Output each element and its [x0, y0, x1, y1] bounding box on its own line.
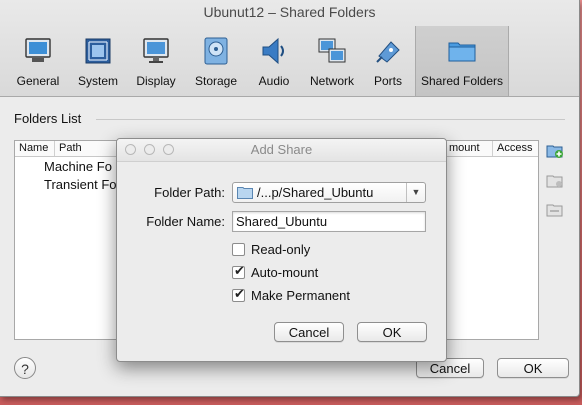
shared-folders-icon: [448, 42, 476, 62]
system-icon: [85, 38, 111, 64]
storage-icon: [204, 37, 228, 65]
network-icon: [318, 38, 346, 63]
folders-list-title: Folders List: [14, 111, 82, 126]
column-access[interactable]: Access: [493, 141, 538, 156]
settings-window: Ubunut12 – Shared Folders General System: [0, 0, 580, 397]
tab-system[interactable]: System: [72, 32, 124, 92]
display-icon: [143, 38, 169, 63]
general-icon: [25, 38, 51, 62]
edit-folder-icon[interactable]: [546, 173, 564, 189]
folder-path-select[interactable]: /...p/Shared_Ubuntu ▼: [232, 182, 426, 203]
column-mount[interactable]: mount: [445, 141, 493, 156]
list-item[interactable]: Transient Fo: [44, 177, 117, 192]
dialog-cancel-button[interactable]: Cancel: [274, 322, 344, 342]
ports-icon: [376, 41, 400, 63]
list-item[interactable]: Machine Fo: [44, 159, 112, 174]
checkmark-icon: ✔: [234, 286, 245, 301]
toolbar: Ubunut12 – Shared Folders General System: [0, 0, 579, 97]
tab-storage[interactable]: Storage: [190, 32, 242, 92]
help-button[interactable]: ?: [14, 357, 36, 379]
folder-path-value: /...p/Shared_Ubuntu: [257, 185, 374, 200]
make-permanent-checkbox[interactable]: ✔: [232, 286, 245, 302]
auto-mount-checkbox[interactable]: ✔: [232, 263, 245, 279]
close-window-button[interactable]: [125, 144, 136, 155]
window-title: Ubunut12 – Shared Folders: [203, 4, 376, 20]
divider: [96, 119, 565, 120]
auto-mount-label: Auto-mount: [251, 265, 319, 280]
add-folder-icon[interactable]: [546, 143, 564, 159]
audio-icon: [262, 37, 284, 65]
remove-folder-icon[interactable]: [546, 202, 564, 218]
minimize-window-button[interactable]: [144, 144, 155, 155]
folder-name-input[interactable]: Shared_Ubuntu: [232, 211, 426, 232]
tab-ports[interactable]: Ports: [364, 32, 412, 92]
folder-path-label: Folder Path:: [154, 185, 225, 200]
dialog-title-text: Add Share: [250, 142, 313, 157]
tab-shared-folders[interactable]: Shared Folders: [415, 26, 509, 96]
dialog-ok-button[interactable]: OK: [357, 322, 427, 342]
tab-audio[interactable]: Audio: [248, 32, 300, 92]
read-only-label: Read-only: [251, 242, 311, 257]
zoom-window-button[interactable]: [163, 144, 174, 155]
chevron-down-icon[interactable]: ▼: [406, 183, 425, 202]
tab-general[interactable]: General: [12, 32, 64, 92]
read-only-checkbox[interactable]: [232, 243, 245, 256]
column-name[interactable]: Name: [15, 141, 55, 156]
tab-display[interactable]: Display: [130, 32, 182, 92]
tab-network[interactable]: Network: [304, 32, 360, 92]
folder-icon: [237, 187, 253, 199]
ok-button[interactable]: OK: [497, 358, 569, 378]
make-permanent-label: Make Permanent: [251, 288, 350, 303]
add-share-dialog: Add Share Folder Path: /...p/Shared_Ubun…: [116, 138, 447, 362]
checkmark-icon: ✔: [234, 263, 245, 278]
folder-name-label: Folder Name:: [146, 214, 225, 229]
